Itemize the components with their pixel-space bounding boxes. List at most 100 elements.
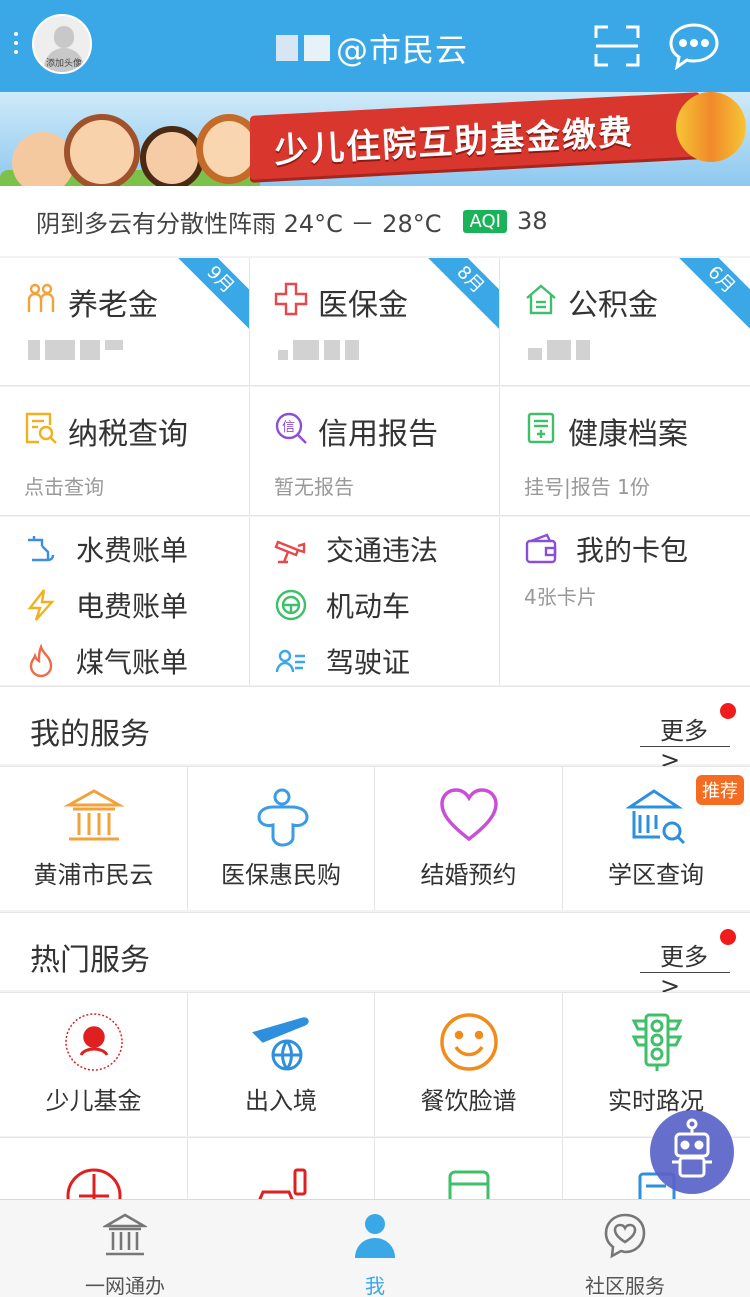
svg-text:信: 信	[282, 420, 295, 435]
pension-card[interactable]: 养老金 9月	[0, 258, 250, 385]
water-tap-icon	[28, 536, 55, 562]
gas-bill-label: 煤气账单	[76, 646, 189, 679]
masked-amount	[278, 340, 359, 362]
masked-amount	[528, 340, 590, 362]
hot-services-grid: 少儿基金 出入境 餐饮脸谱 实时路况	[0, 992, 750, 1136]
electric-bill-label: 电费账单	[76, 590, 189, 623]
credit-subtitle: 暂无报告	[274, 475, 354, 499]
temple-building-icon	[63, 789, 125, 841]
wallet-icon	[525, 533, 557, 564]
water-bill[interactable]: 水费账单	[24, 529, 188, 569]
medical-cross-figure-icon	[256, 788, 309, 847]
hot-services-row-2	[0, 1137, 750, 1199]
records-row: 纳税查询 点击查询 信 信用报告 暂无报告 健康档案 挂号|报告 1份	[0, 387, 750, 516]
service-school-district[interactable]: 学区查询 推荐	[563, 767, 750, 910]
lightning-icon	[27, 589, 55, 621]
bus-icon	[448, 1170, 490, 1199]
housing-fund-card[interactable]: 公积金 6月	[500, 258, 750, 385]
app-screen: 添加头像 @市民云 少儿住院互助基金缴费 阴到多云有分散性阵雨 24°C － 2…	[0, 0, 750, 1297]
avatar-caption: 添加头像	[45, 59, 82, 69]
scan-icon[interactable]	[594, 24, 640, 68]
family-icon	[27, 283, 55, 312]
electric-bill[interactable]: 电费账单	[24, 585, 188, 625]
promo-banner[interactable]: 少儿住院互助基金缴费	[0, 92, 750, 186]
weather-bar[interactable]: 阴到多云有分散性阵雨 24°C － 28°C AQI 38	[0, 186, 750, 256]
service-label: 少儿基金	[45, 1087, 142, 1115]
wallet-card[interactable]: 我的卡包 4张卡片	[500, 517, 750, 685]
assistant-robot-button[interactable]	[650, 1110, 734, 1194]
more-link[interactable]: 更多 >	[640, 711, 730, 774]
tab-label: 社区服务	[585, 1274, 665, 1297]
water-bill-label: 水费账单	[76, 534, 189, 567]
masked-name	[304, 35, 330, 61]
driver-license[interactable]: 驾驶证	[274, 641, 410, 681]
hot-services-header: 热门服务 更多 >	[0, 912, 750, 1000]
avatar[interactable]: 添加头像	[32, 14, 92, 74]
traffic-light-icon	[631, 1013, 682, 1071]
traffic-violation-label: 交通违法	[326, 534, 439, 567]
utility-bills: 水费账单 电费账单 煤气账单	[0, 517, 250, 685]
aqi-value: 38	[516, 207, 548, 235]
traffic-violation[interactable]: 交通违法	[274, 529, 438, 569]
vehicle[interactable]: 机动车	[274, 585, 410, 625]
balloon-illustration	[676, 92, 746, 162]
traffic-services: 交通违法 机动车 驾驶证	[250, 517, 500, 685]
id-card-icon	[275, 649, 305, 673]
flame-icon	[29, 644, 53, 678]
service-huangpu[interactable]: 黄浦市民云	[0, 767, 188, 910]
service-label: 学区查询	[608, 861, 704, 889]
heart-icon	[440, 788, 498, 842]
tab-one-stop[interactable]: 一网通办	[0, 1200, 250, 1297]
my-services-header: 我的服务 更多 >	[0, 686, 750, 774]
child-fund-logo-icon	[65, 1013, 123, 1071]
health-title: 健康档案	[568, 417, 688, 452]
more-link[interactable]: 更多 >	[640, 937, 730, 1000]
service-border[interactable]: 出入境	[188, 993, 375, 1136]
service-tile[interactable]	[0, 1138, 188, 1199]
credit-title: 信用报告	[318, 417, 438, 452]
health-card[interactable]: 健康档案 挂号|报告 1份	[500, 387, 750, 515]
credit-card[interactable]: 信 信用报告 暂无报告	[250, 387, 500, 515]
notification-dot	[720, 703, 736, 719]
month-badge: 6月	[665, 258, 750, 336]
driver-license-label: 驾驶证	[326, 646, 411, 679]
service-marriage[interactable]: 结婚预约	[375, 767, 563, 910]
robot-icon	[672, 1118, 712, 1178]
school-search-icon	[625, 789, 685, 845]
aqi-badge: AQI	[463, 209, 507, 233]
vehicle-label: 机动车	[326, 590, 411, 623]
wallet-label: 我的卡包	[576, 534, 689, 567]
service-food-safety[interactable]: 餐饮脸谱	[375, 993, 563, 1136]
service-child-fund[interactable]: 少儿基金	[0, 993, 188, 1136]
chat-bubble-icon[interactable]	[668, 22, 720, 70]
finance-row: 养老金 9月 医保金 8月 公积金 6月	[0, 258, 750, 386]
menu-dots-icon[interactable]	[14, 32, 20, 54]
gas-bill[interactable]: 煤气账单	[24, 641, 188, 681]
section-title: 我的服务	[30, 717, 150, 752]
tax-card[interactable]: 纳税查询 点击查询	[0, 387, 250, 515]
service-tile[interactable]	[375, 1138, 563, 1199]
top-bar: 添加头像 @市民云	[0, 0, 750, 92]
tax-title: 纳税查询	[68, 417, 188, 452]
tab-community[interactable]: 社区服务	[500, 1200, 750, 1297]
bills-row: 水费账单 电费账单 煤气账单 交通违法 机动车 驾驶证 我的卡包 4张卡片	[0, 517, 750, 685]
tab-label: 我	[365, 1274, 385, 1297]
masked-amount	[28, 340, 123, 362]
tab-me[interactable]: 我	[250, 1200, 500, 1297]
pension-title: 养老金	[68, 288, 158, 323]
recommend-badge: 推荐	[696, 775, 744, 805]
service-label: 结婚预约	[420, 861, 517, 889]
weather-text: 阴到多云有分散性阵雨 24°C － 28°C	[36, 209, 442, 238]
service-label: 餐饮脸谱	[420, 1087, 517, 1115]
user-icon	[355, 1214, 395, 1258]
government-building-icon	[103, 1213, 147, 1256]
health-subtitle: 挂号|报告 1份	[524, 475, 650, 499]
service-medical-buy[interactable]: 医保惠民购	[188, 767, 375, 910]
notification-dot	[720, 929, 736, 945]
month-badge: 9月	[164, 258, 249, 336]
tax-subtitle: 点击查询	[24, 475, 104, 499]
service-tile[interactable]	[188, 1138, 375, 1199]
tab-label: 一网通办	[85, 1274, 165, 1297]
medical-card[interactable]: 医保金 8月	[250, 258, 500, 385]
tax-search-icon	[25, 412, 57, 444]
